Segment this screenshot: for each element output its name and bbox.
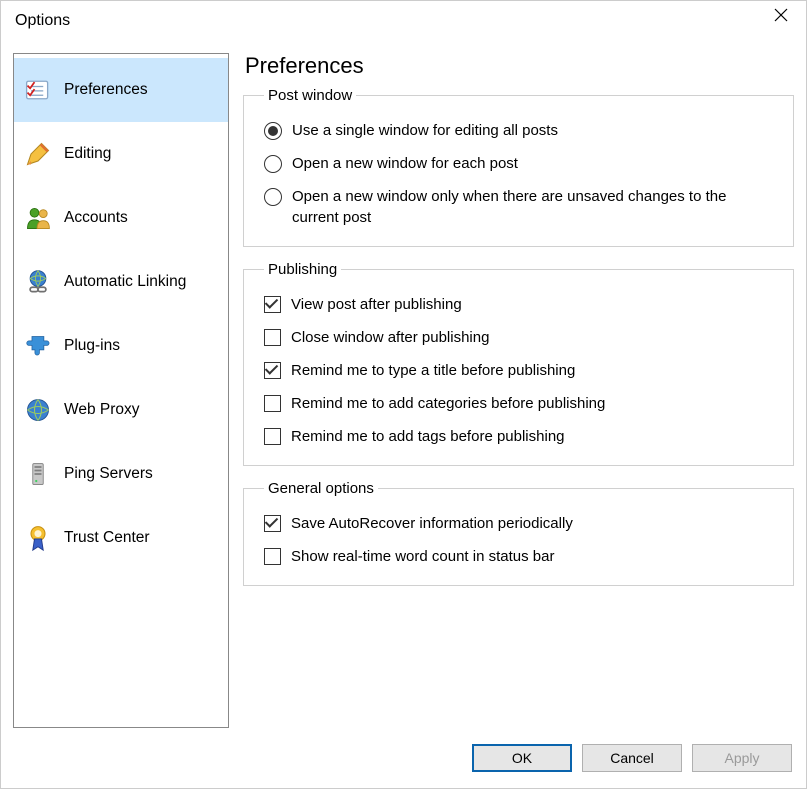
checkbox-remind-categories[interactable] [264, 395, 281, 412]
web-proxy-icon [22, 394, 54, 426]
accounts-icon [22, 202, 54, 234]
general-options-legend: General options [264, 480, 378, 497]
checkbox-remind-title[interactable] [264, 362, 281, 379]
window-title: Options [15, 12, 70, 30]
page-title: Preferences [245, 53, 794, 79]
close-icon [774, 8, 788, 26]
sidebar-item-label: Automatic Linking [64, 273, 186, 291]
sidebar-item-label: Accounts [64, 209, 128, 227]
radio-new-window-each[interactable] [264, 155, 282, 173]
trust-center-icon [22, 522, 54, 554]
checkbox-word-count[interactable] [264, 548, 281, 565]
plugins-icon [22, 330, 54, 362]
automatic-linking-icon [22, 266, 54, 298]
close-button[interactable] [760, 2, 802, 32]
publishing-group: Publishing View post after publishing Cl… [243, 261, 794, 466]
sidebar-item-label: Editing [64, 145, 111, 163]
radio-label: Open a new window only when there are un… [292, 186, 779, 228]
checkbox-autorecover[interactable] [264, 515, 281, 532]
sidebar-item-web-proxy[interactable]: Web Proxy [14, 378, 228, 442]
sidebar-item-trust-center[interactable]: Trust Center [14, 506, 228, 570]
sidebar-item-label: Plug-ins [64, 337, 120, 355]
sidebar-item-preferences[interactable]: Preferences [14, 58, 228, 122]
checkbox-close-after-publish[interactable] [264, 329, 281, 346]
sidebar-item-accounts[interactable]: Accounts [14, 186, 228, 250]
radio-new-window-unsaved[interactable] [264, 188, 282, 206]
apply-button: Apply [692, 744, 792, 772]
sidebar-item-label: Preferences [64, 81, 148, 99]
sidebar-item-editing[interactable]: Editing [14, 122, 228, 186]
checkbox-label: Remind me to add tags before publishing [291, 426, 571, 447]
ping-servers-icon [22, 458, 54, 490]
general-options-group: General options Save AutoRecover informa… [243, 480, 794, 586]
titlebar: Options [1, 1, 806, 41]
checkbox-label: Show real-time word count in status bar [291, 546, 560, 567]
checkbox-label: View post after publishing [291, 294, 468, 315]
sidebar-item-label: Trust Center [64, 529, 150, 547]
sidebar-item-label: Web Proxy [64, 401, 140, 419]
dialog-footer: OK Cancel Apply [1, 728, 806, 788]
sidebar-item-ping-servers[interactable]: Ping Servers [14, 442, 228, 506]
checkbox-view-after-publish[interactable] [264, 296, 281, 313]
sidebar-item-plugins[interactable]: Plug-ins [14, 314, 228, 378]
checkbox-label: Remind me to type a title before publish… [291, 360, 581, 381]
ok-button[interactable]: OK [472, 744, 572, 772]
sidebar-item-automatic-linking[interactable]: Automatic Linking [14, 250, 228, 314]
post-window-legend: Post window [264, 87, 356, 104]
checkbox-label: Close window after publishing [291, 327, 495, 348]
sidebar-item-label: Ping Servers [64, 465, 153, 483]
content-pane: Preferences Post window Use a single win… [243, 53, 794, 728]
checkbox-label: Save AutoRecover information periodicall… [291, 513, 579, 534]
sidebar: Preferences Editing Accou [13, 53, 229, 728]
editing-icon [22, 138, 54, 170]
checkbox-label: Remind me to add categories before publi… [291, 393, 611, 414]
radio-label: Open a new window for each post [292, 153, 524, 174]
radio-label: Use a single window for editing all post… [292, 120, 564, 141]
cancel-button[interactable]: Cancel [582, 744, 682, 772]
publishing-legend: Publishing [264, 261, 341, 278]
preferences-icon [22, 74, 54, 106]
checkbox-remind-tags[interactable] [264, 428, 281, 445]
post-window-group: Post window Use a single window for edit… [243, 87, 794, 247]
radio-single-window[interactable] [264, 122, 282, 140]
